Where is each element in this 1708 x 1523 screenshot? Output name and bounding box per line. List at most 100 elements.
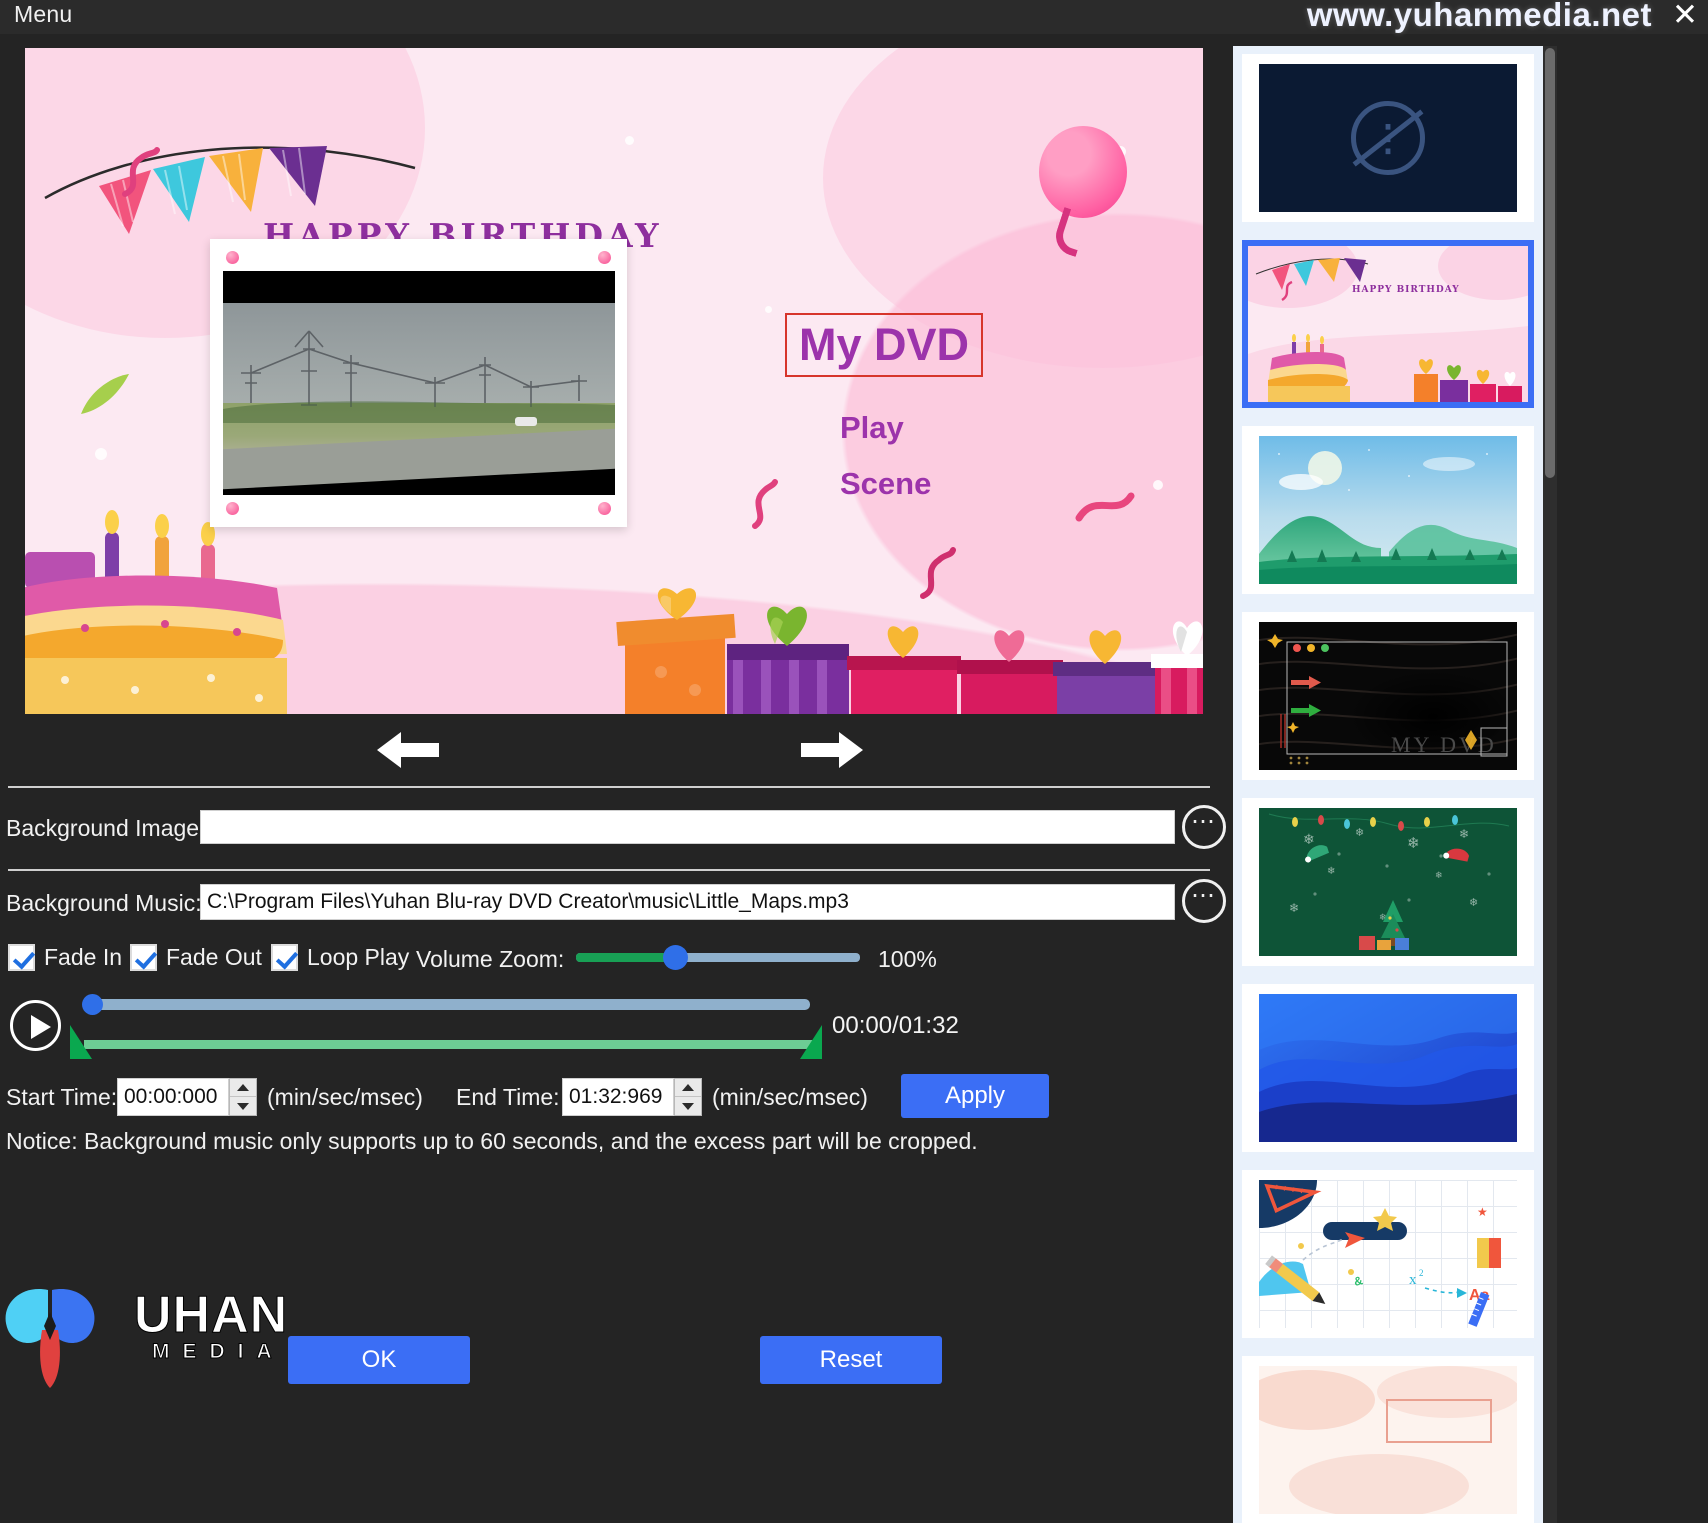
menu-title-text[interactable]: My DVD xyxy=(785,313,984,377)
confetti-curl xyxy=(122,147,160,197)
dvd-menu-editor-window: Menu www.yuhanmedia.net ✕ HAPPY BIRTHDAY… xyxy=(0,0,1708,1523)
thumbnail-image: ❄ ❄ ❄ ❄ ❄ ❄ ❄ ❄ ❄ xyxy=(1259,808,1517,956)
start-time-units: (min/sec/msec) xyxy=(267,1084,423,1110)
close-icon[interactable]: ✕ xyxy=(1672,0,1698,32)
decor-dot xyxy=(765,306,772,313)
thumbnail-pin xyxy=(226,502,239,515)
thumbnail-pin xyxy=(598,502,611,515)
thumbnail-christmas-template[interactable]: ❄ ❄ ❄ ❄ ❄ ❄ ❄ ❄ ❄ xyxy=(1242,798,1534,966)
thumbnail-no-template[interactable]: ⋮ xyxy=(1242,54,1534,222)
video-still xyxy=(223,271,615,495)
decor-dot xyxy=(1153,480,1163,490)
video-car xyxy=(515,417,537,426)
svg-text:❄: ❄ xyxy=(1469,897,1478,909)
brand-watermark: www.yuhanmedia.net xyxy=(1306,0,1652,33)
end-time-decrement[interactable] xyxy=(675,1097,701,1115)
play-button[interactable] xyxy=(10,1000,61,1051)
svg-text:❄: ❄ xyxy=(1407,835,1420,852)
volume-value: 100% xyxy=(878,946,937,972)
trim-start-handle[interactable] xyxy=(70,1025,92,1059)
start-time-increment[interactable] xyxy=(230,1079,256,1097)
volume-slider-knob[interactable] xyxy=(663,945,688,970)
fade-out-checkbox-group[interactable]: Fade Out xyxy=(130,944,262,971)
volume-slider-track[interactable] xyxy=(576,953,860,962)
ok-button[interactable]: OK xyxy=(288,1336,470,1384)
loop-play-label: Loop Play xyxy=(307,944,410,970)
fade-in-checkbox-group[interactable]: Fade In xyxy=(8,944,122,971)
thumbnail-blue-wave-template[interactable] xyxy=(1242,984,1534,1152)
start-time-stepper[interactable] xyxy=(229,1078,257,1116)
volume-zoom-label: Volume Zoom: xyxy=(416,946,565,972)
notice-text: Notice: Background music only supports u… xyxy=(6,1128,978,1154)
arrow-left-icon[interactable] xyxy=(373,724,443,776)
thumbnail-dark-film-template[interactable]: MY DVD xyxy=(1242,612,1534,780)
menu-scene-text[interactable]: Scene xyxy=(840,466,931,502)
no-signal-art: ⋮ xyxy=(1259,64,1517,212)
background-image-input[interactable] xyxy=(200,810,1175,844)
svg-text:★: ★ xyxy=(1477,1205,1488,1219)
thumbnail-school-template[interactable]: & x 2 Aa ★ xyxy=(1242,1170,1534,1338)
confetti-leaf xyxy=(81,374,129,414)
svg-text:2: 2 xyxy=(1419,1268,1424,1278)
title-bar: Menu www.yuhanmedia.net ✕ xyxy=(0,0,1708,34)
dark-film-art: MY DVD xyxy=(1259,622,1517,770)
rail-scrollbar-thumb[interactable] xyxy=(1545,48,1555,478)
end-time-stepper[interactable] xyxy=(674,1078,702,1116)
end-time-increment[interactable] xyxy=(675,1079,701,1097)
seek-slider-track[interactable] xyxy=(84,999,810,1010)
preview-video-thumbnail[interactable] xyxy=(210,239,627,527)
background-image-browse-button[interactable]: ⋯ xyxy=(1182,805,1226,849)
thumbnail-image: HAPPY BIRTHDAY xyxy=(1248,246,1528,402)
school-art: & x 2 Aa ★ xyxy=(1259,1180,1517,1328)
svg-text:❄: ❄ xyxy=(1355,827,1364,839)
fade-out-checkbox[interactable] xyxy=(130,944,157,971)
thumbnail-nature-template[interactable] xyxy=(1242,426,1534,594)
background-image-label: Background Image: xyxy=(6,815,206,841)
thumbnail-pin xyxy=(598,251,611,264)
menu-play-text[interactable]: Play xyxy=(840,410,904,446)
confetti-curl xyxy=(752,479,778,529)
blue-wave-art xyxy=(1259,994,1517,1142)
menu-page-nav xyxy=(25,720,1203,782)
fade-in-label: Fade In xyxy=(44,944,122,970)
section-divider xyxy=(8,786,1210,788)
svg-text:&: & xyxy=(1352,1273,1364,1289)
template-thumbnail-rail[interactable]: ⋮ HAPPY B xyxy=(1233,46,1543,1523)
thumbnail-image xyxy=(1259,436,1517,584)
arrow-right-icon[interactable] xyxy=(797,724,867,776)
confetti-curl xyxy=(1075,492,1135,522)
background-music-browse-button[interactable]: ⋯ xyxy=(1182,879,1226,923)
thumbnail-image: & x 2 Aa ★ xyxy=(1259,1180,1517,1328)
birthday-art: HAPPY BIRTHDAY xyxy=(1248,246,1528,402)
balloon-decoration xyxy=(1039,126,1127,218)
thumbnail-birthday-template[interactable]: HAPPY BIRTHDAY xyxy=(1242,240,1534,408)
fade-in-checkbox[interactable] xyxy=(8,944,35,971)
svg-text:❄: ❄ xyxy=(1435,870,1443,880)
power-lines xyxy=(223,330,615,423)
loop-play-checkbox[interactable] xyxy=(271,944,298,971)
thumbnail-pin xyxy=(226,251,239,264)
seek-slider-knob[interactable] xyxy=(82,994,103,1015)
trim-end-handle[interactable] xyxy=(800,1025,822,1059)
rail-scrollbar[interactable] xyxy=(1543,46,1557,1523)
end-time-units: (min/sec/msec) xyxy=(712,1084,868,1110)
thumbnail-image: ⋮ xyxy=(1259,64,1517,212)
logo-subtitle: MEDIA xyxy=(152,1340,285,1364)
reset-button[interactable]: Reset xyxy=(760,1336,942,1384)
background-music-input[interactable] xyxy=(200,884,1175,920)
trim-range-bar[interactable] xyxy=(84,1040,814,1049)
menu-preview-canvas[interactable]: HAPPY BIRTHDAY My DVD Play Scene xyxy=(25,48,1203,714)
end-time-input[interactable] xyxy=(562,1078,674,1116)
watercolor-art xyxy=(1259,1366,1517,1514)
thumbnail-watercolor-template[interactable] xyxy=(1242,1356,1534,1523)
menu-button[interactable]: Menu xyxy=(14,1,72,28)
start-time-decrement[interactable] xyxy=(230,1097,256,1115)
start-time-input[interactable] xyxy=(117,1078,229,1116)
decor-dot xyxy=(625,136,634,145)
svg-text:❄: ❄ xyxy=(1327,866,1335,877)
gift-boxes-decoration xyxy=(616,588,1203,714)
logo-wordmark: UHAN xyxy=(133,1286,289,1345)
apply-button[interactable]: Apply xyxy=(901,1074,1049,1118)
loop-play-checkbox-group[interactable]: Loop Play xyxy=(271,944,409,971)
svg-text:❄: ❄ xyxy=(1303,831,1315,847)
